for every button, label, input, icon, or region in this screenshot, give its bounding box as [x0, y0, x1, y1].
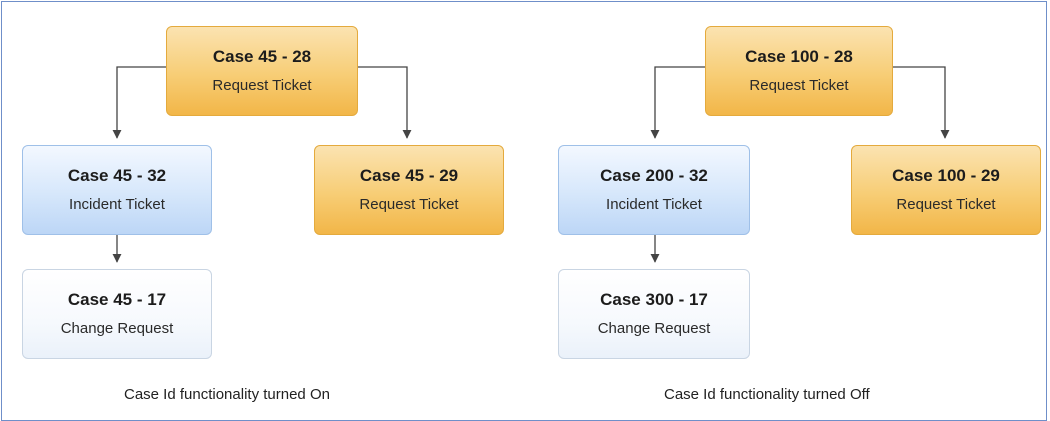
node-child-2-title: Case 300 - 17 — [600, 290, 708, 309]
connector-root-to-right-2 — [893, 66, 950, 139]
caption-2: Case Id functionality turned Off — [664, 386, 870, 403]
node-left-1: Case 45 - 32 Incident Ticket — [22, 145, 212, 235]
node-root-1-title: Case 45 - 28 — [212, 47, 312, 66]
connector-root-to-left-2 — [650, 66, 705, 139]
node-right-2-title: Case 100 - 29 — [892, 166, 1000, 185]
node-right-1-type: Request Ticket — [359, 196, 459, 213]
node-left-2: Case 200 - 32 Incident Ticket — [558, 145, 750, 235]
node-root-2-type: Request Ticket — [749, 77, 849, 94]
node-root-2: Case 100 - 28 Request Ticket — [705, 26, 893, 116]
node-left-2-type: Incident Ticket — [606, 196, 702, 213]
connector-root-to-right-1 — [358, 66, 412, 139]
node-left-1-type: Incident Ticket — [69, 196, 165, 213]
node-child-1: Case 45 - 17 Change Request — [22, 269, 212, 359]
node-root-2-title: Case 100 - 28 — [745, 47, 853, 66]
node-left-2-title: Case 200 - 32 — [600, 166, 708, 185]
node-right-1: Case 45 - 29 Request Ticket — [314, 145, 504, 235]
node-root-1-type: Request Ticket — [212, 77, 312, 94]
node-child-2-type: Change Request — [597, 320, 711, 337]
node-right-2: Case 100 - 29 Request Ticket — [851, 145, 1041, 235]
connector-root-to-left-1 — [112, 66, 166, 139]
node-root-1: Case 45 - 28 Request Ticket — [166, 26, 358, 116]
node-right-2-type: Request Ticket — [896, 196, 996, 213]
node-left-1-title: Case 45 - 32 — [67, 166, 167, 185]
node-child-2: Case 300 - 17 Change Request — [558, 269, 750, 359]
caption-1: Case Id functionality turned On — [124, 386, 330, 403]
node-child-1-title: Case 45 - 17 — [67, 290, 167, 309]
node-child-1-type: Change Request — [60, 320, 174, 337]
node-right-1-title: Case 45 - 29 — [359, 166, 459, 185]
